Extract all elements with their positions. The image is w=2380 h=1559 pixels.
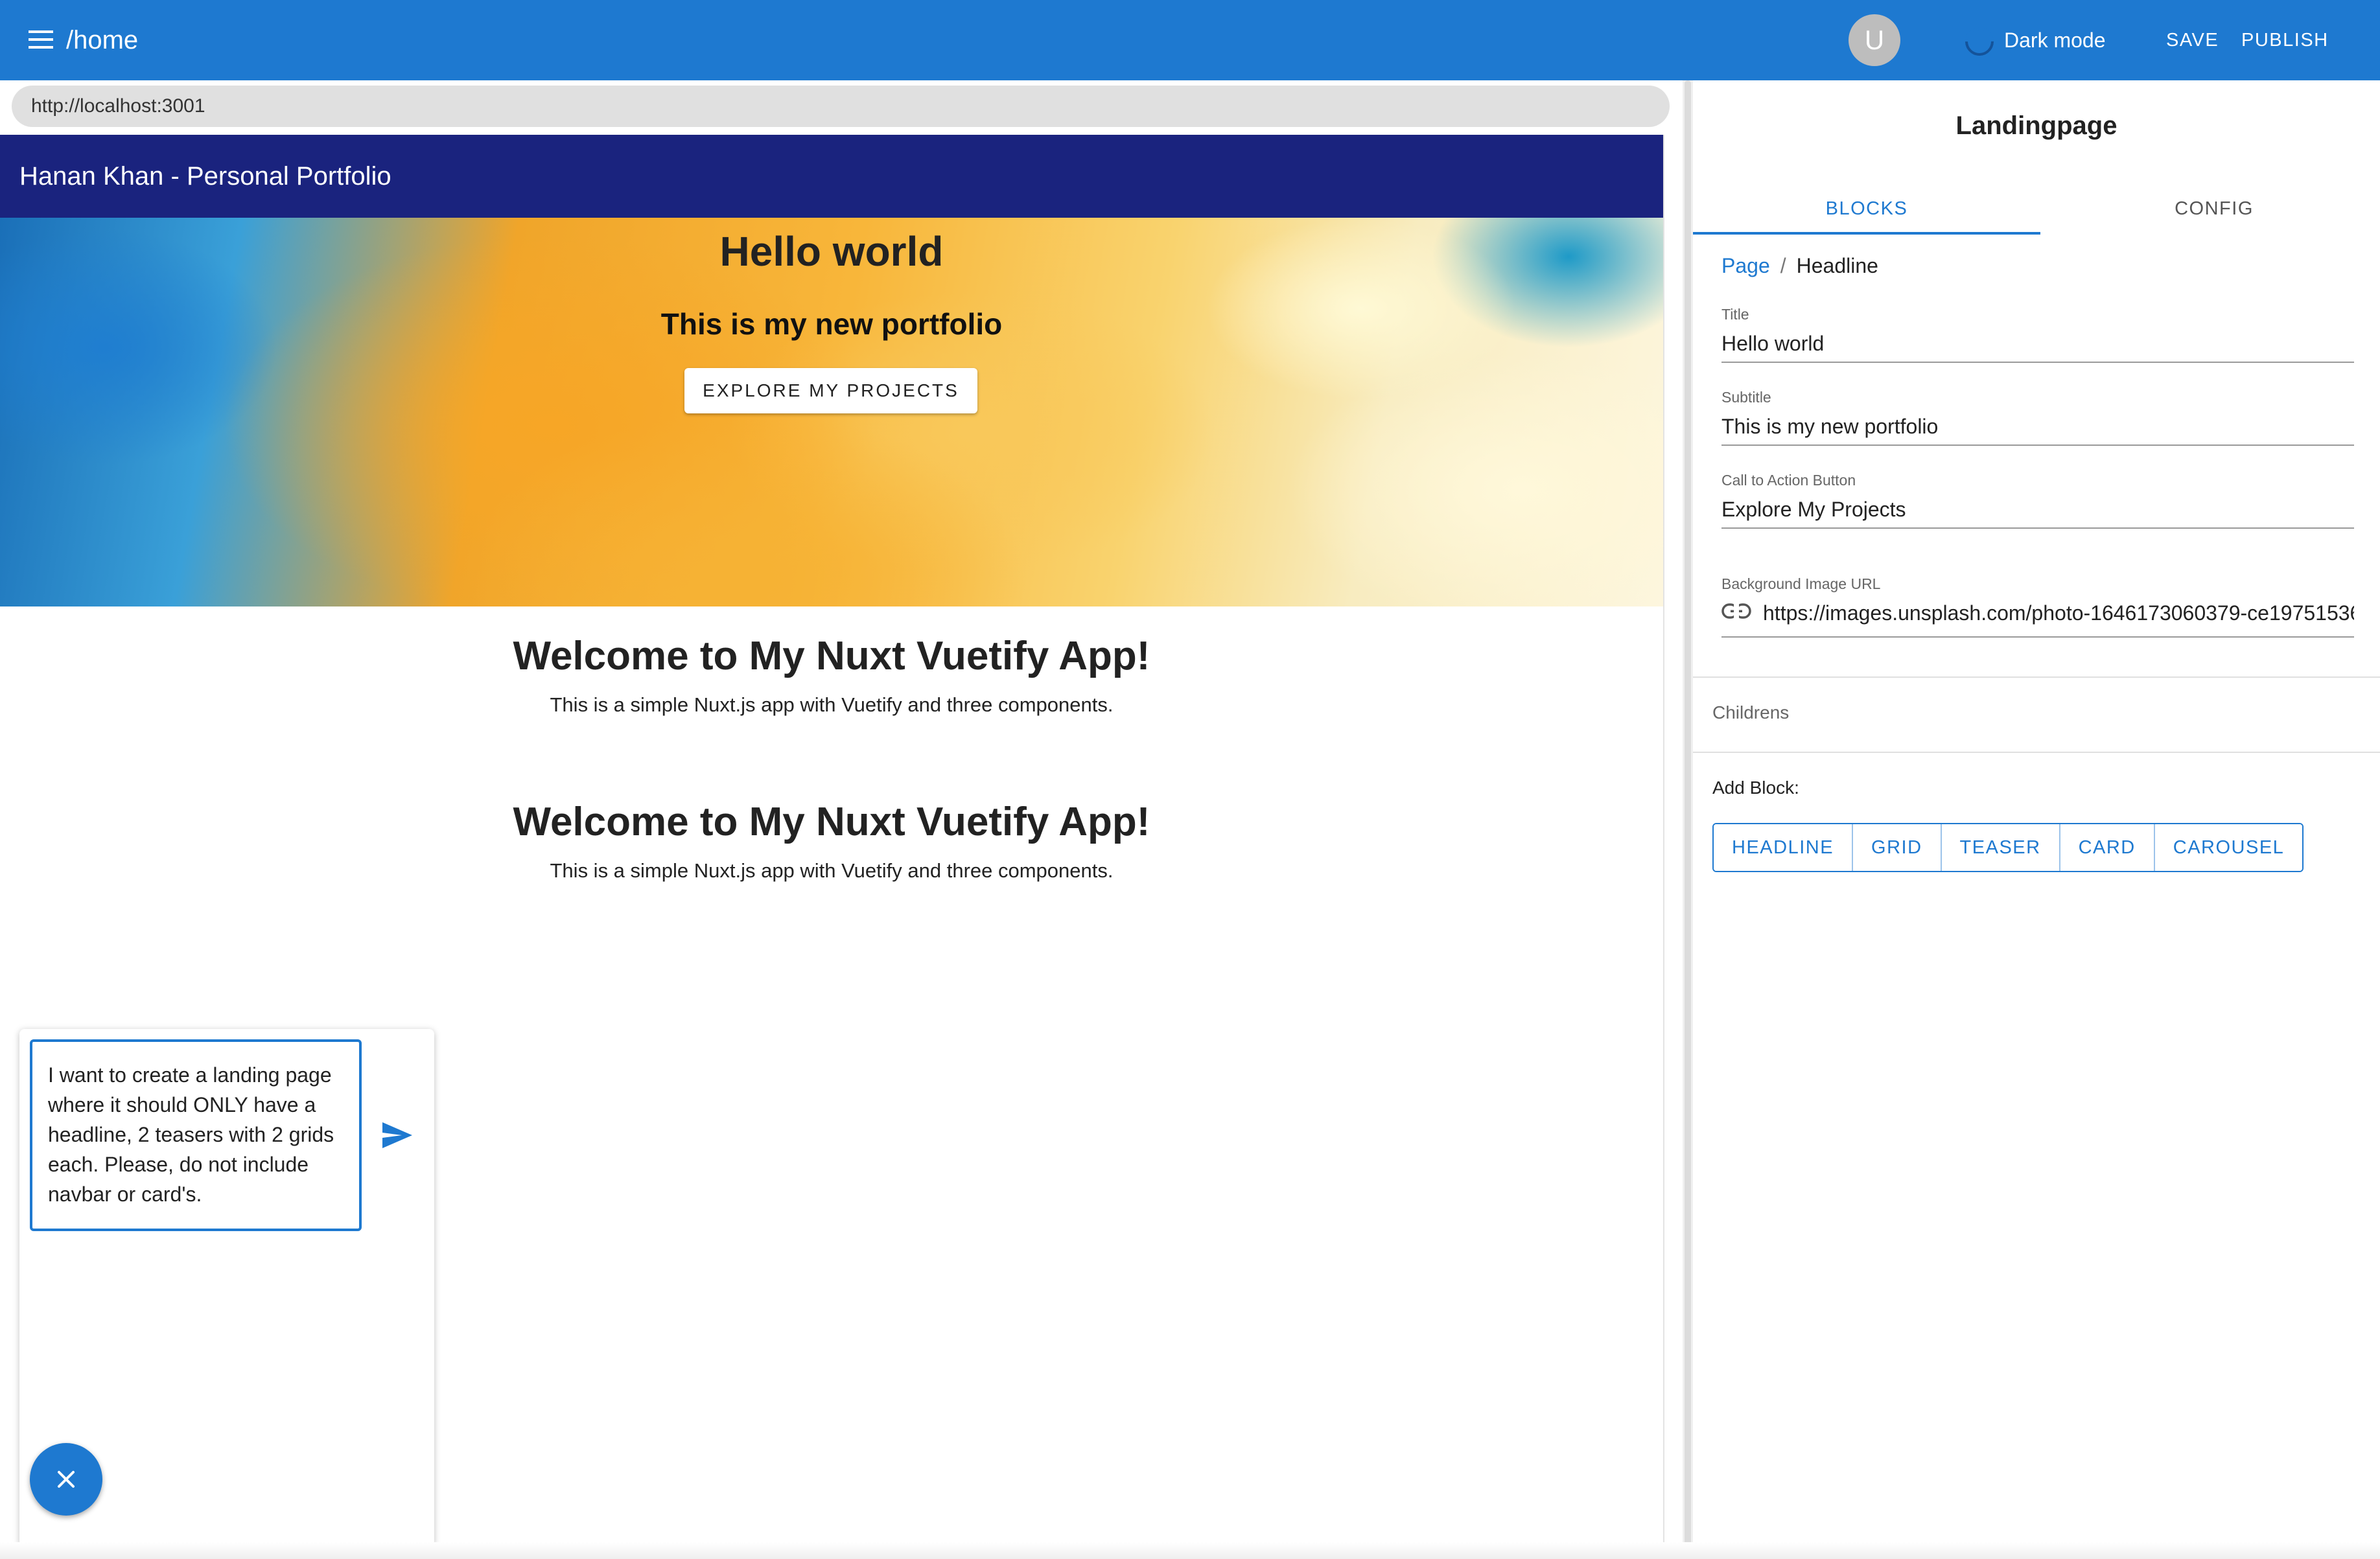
tab-config[interactable]: CONFIG — [2040, 185, 2380, 232]
preview-url-bar[interactable]: http://localhost:3001 — [12, 86, 1670, 127]
add-carousel-button[interactable]: CAROUSEL — [2154, 824, 2303, 871]
section-description: This is a simple Nuxt.js app with Vuetif… — [550, 859, 1114, 882]
title-field-label: Title — [1721, 306, 1749, 323]
site-navbar: Hanan Khan - Personal Portfolio — [0, 135, 1663, 218]
cta-field[interactable]: Call to Action Button Explore My Project… — [1721, 470, 2354, 529]
breadcrumb: Page / Headline — [1721, 250, 1878, 281]
subtitle-field-label: Subtitle — [1721, 389, 1771, 406]
preview-divider — [1663, 135, 1664, 1559]
dark-mode-label[interactable]: Dark mode — [2004, 23, 2106, 57]
subtitle-field[interactable]: Subtitle This is my new portfolio — [1721, 387, 2354, 446]
bottom-edge — [0, 1542, 2380, 1559]
subtitle-field-value[interactable]: This is my new portfolio — [1721, 411, 2354, 442]
chat-message-input[interactable]: I want to create a landing page where it… — [30, 1039, 362, 1231]
section-divider — [1693, 676, 2380, 678]
editor-title: Landingpage — [1955, 111, 2118, 140]
background-image-url-value[interactable]: https://images.unsplash.com/photo-164617… — [1763, 597, 2354, 629]
title-field-value[interactable]: Hello world — [1721, 328, 2354, 359]
cta-field-value[interactable]: Explore My Projects — [1721, 494, 2354, 525]
section-divider — [1693, 752, 2380, 753]
publish-button[interactable]: PUBLISH — [2241, 23, 2329, 57]
hero-title: Hello world — [719, 228, 944, 275]
childrens-label: Childrens — [1712, 702, 1790, 722]
add-block-label: Add Block: — [1712, 778, 1799, 798]
section-title: Welcome to My Nuxt Vuetify App! — [513, 634, 1150, 678]
background-image-url-label: Background Image URL — [1721, 575, 1881, 592]
breadcrumb-current: Headline — [1796, 254, 1878, 277]
hero-subtitle: This is my new portfolio — [660, 307, 1003, 341]
site-title: Hanan Khan - Personal Portfolio — [19, 162, 391, 191]
section-title: Welcome to My Nuxt Vuetify App! — [513, 800, 1150, 844]
add-headline-button[interactable]: HEADLINE — [1714, 824, 1854, 871]
link-icon — [1721, 603, 1751, 619]
dark-mode-toggle[interactable] — [1959, 21, 2000, 62]
top-app-bar: /home U Dark mode SAVE PUBLISH — [0, 0, 2380, 80]
title-field[interactable]: Title Hello world — [1721, 305, 2354, 363]
explore-projects-button[interactable]: EXPLORE MY PROJECTS — [684, 368, 977, 413]
add-block-button-group: HEADLINE GRID TEASER CARD CAROUSEL — [1712, 823, 2304, 872]
scrollbar-thumb[interactable] — [1685, 80, 1691, 1559]
route-title: /home — [66, 26, 139, 54]
add-teaser-button[interactable]: TEASER — [1941, 824, 2060, 871]
section-description: This is a simple Nuxt.js app with Vuetif… — [550, 693, 1114, 716]
add-grid-button[interactable]: GRID — [1853, 824, 1942, 871]
background-image-url-field[interactable]: Background Image URL https://images.unsp… — [1721, 574, 2354, 638]
save-button[interactable]: SAVE — [2166, 23, 2219, 57]
menu-icon[interactable] — [29, 29, 53, 51]
avatar[interactable]: U — [1849, 14, 1900, 66]
editor-sidebar: Landingpage BLOCKS CONFIG Page / Headline … — [1693, 80, 2380, 1559]
close-chat-button[interactable] — [30, 1443, 102, 1516]
add-card-button[interactable]: CARD — [2060, 824, 2155, 871]
send-icon[interactable] — [381, 1121, 414, 1149]
close-icon — [58, 1471, 75, 1488]
breadcrumb-separator: / — [1780, 254, 1786, 277]
cta-field-label: Call to Action Button — [1721, 472, 1856, 489]
tab-blocks[interactable]: BLOCKS — [1693, 185, 2040, 235]
breadcrumb-page-link[interactable]: Page — [1721, 254, 1770, 277]
